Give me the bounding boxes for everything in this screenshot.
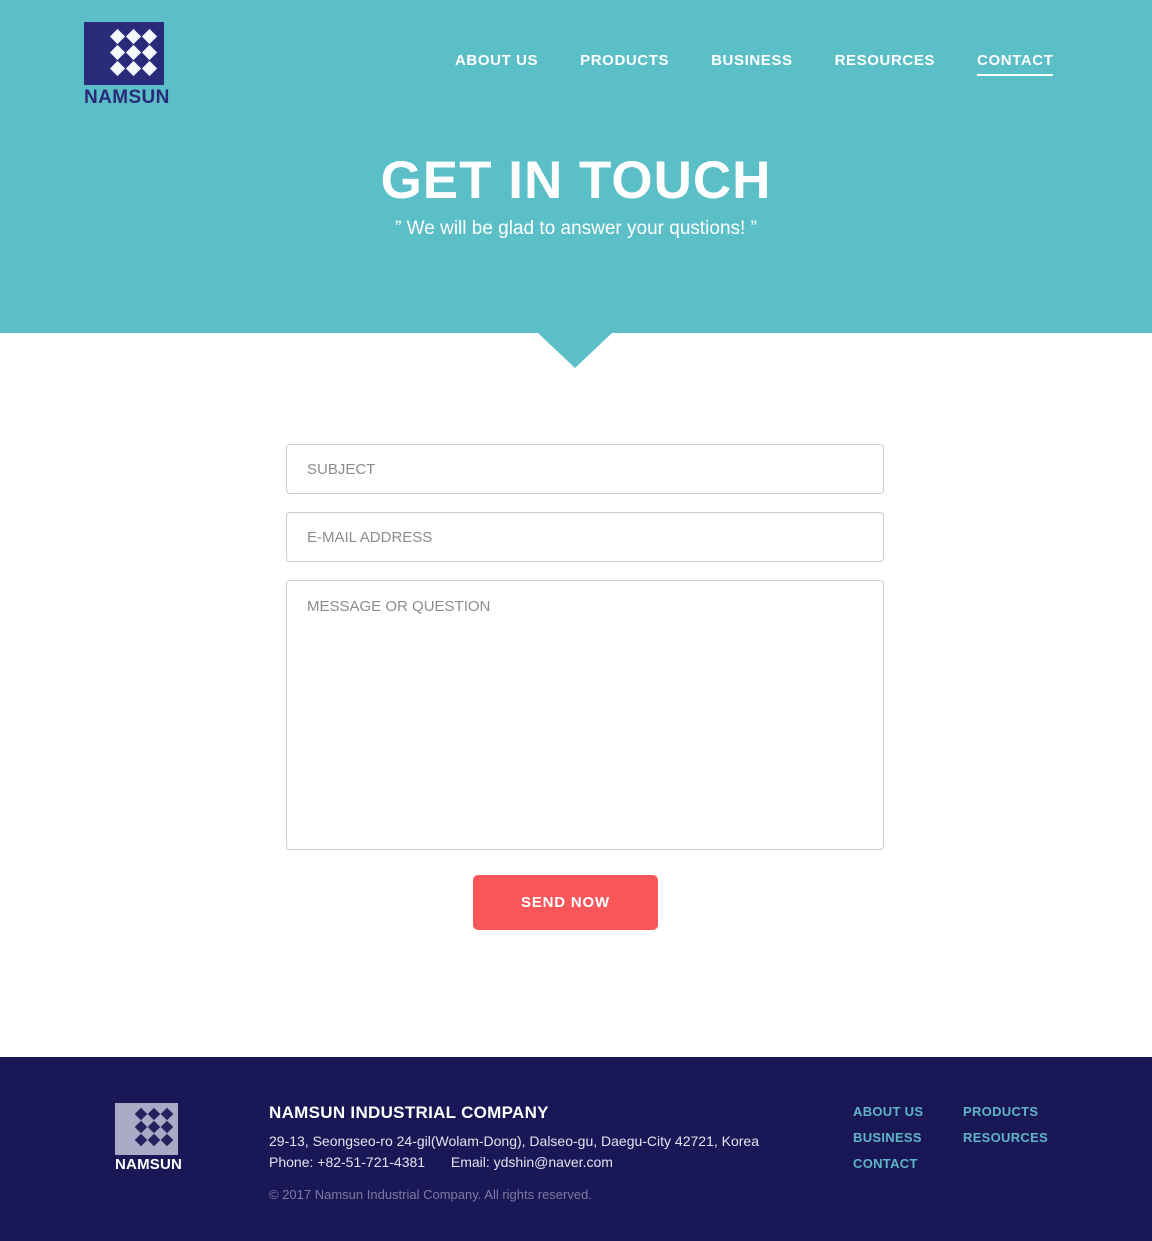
- nav-item-business[interactable]: BUSINESS: [711, 52, 793, 76]
- main-navigation: ABOUT US PRODUCTS BUSINESS RESOURCES CON…: [455, 52, 1054, 76]
- footer-link-resources[interactable]: RESOURCES: [963, 1130, 1073, 1146]
- logo-square: [84, 22, 164, 85]
- footer-link-business[interactable]: BUSINESS: [853, 1130, 963, 1146]
- nav-item-products[interactable]: PRODUCTS: [580, 52, 669, 76]
- footer-logo-square: [115, 1103, 178, 1155]
- footer-logo[interactable]: NAMSUN: [115, 1103, 183, 1175]
- footer-link-about-us[interactable]: ABOUT US: [853, 1104, 963, 1120]
- footer-contact-line: Phone: +82-51-721-4381 Email: ydshin@nav…: [269, 1152, 809, 1173]
- logo-wordmark: NAMSUN: [84, 87, 170, 108]
- send-now-button[interactable]: SEND NOW: [473, 875, 658, 930]
- contact-page: NAMSUN ABOUT US PRODUCTS BUSINESS RESOUR…: [0, 0, 1152, 1241]
- footer-phone: Phone: +82-51-721-4381: [269, 1154, 426, 1170]
- subject-input[interactable]: [286, 444, 884, 494]
- message-textarea[interactable]: [286, 580, 884, 850]
- contact-form: [286, 444, 884, 850]
- footer-link-products[interactable]: PRODUCTS: [963, 1104, 1073, 1120]
- footer-address: 29-13, Seongseo-ro 24-gil(Wolam-Dong), D…: [269, 1133, 759, 1149]
- page-subtitle: ” We will be glad to answer your qustion…: [395, 218, 757, 239]
- email-input[interactable]: [286, 512, 884, 562]
- footer-company-info: NAMSUN INDUSTRIAL COMPANY 29-13, Seongse…: [269, 1101, 809, 1204]
- footer-diamond-grid-icon: [134, 1107, 174, 1147]
- nav-item-resources[interactable]: RESOURCES: [835, 52, 935, 76]
- footer-navigation: ABOUT US PRODUCTS BUSINESS RESOURCES CON…: [853, 1104, 1083, 1172]
- footer-copyright: © 2017 Namsun Industrial Company. All ri…: [269, 1187, 592, 1202]
- site-logo[interactable]: NAMSUN: [84, 22, 170, 110]
- diamond-grid-icon: [109, 28, 158, 77]
- footer-company-name: NAMSUN INDUSTRIAL COMPANY: [269, 1103, 549, 1122]
- footer-email: Email: ydshin@naver.com: [450, 1154, 613, 1170]
- nav-item-about-us[interactable]: ABOUT US: [455, 52, 538, 76]
- footer-logo-wordmark: NAMSUN: [115, 1156, 183, 1173]
- nav-item-contact[interactable]: CONTACT: [977, 52, 1054, 76]
- hero-down-arrow-icon: [538, 333, 612, 368]
- page-title: GET IN TOUCH: [380, 151, 772, 210]
- footer-link-contact[interactable]: CONTACT: [853, 1156, 963, 1172]
